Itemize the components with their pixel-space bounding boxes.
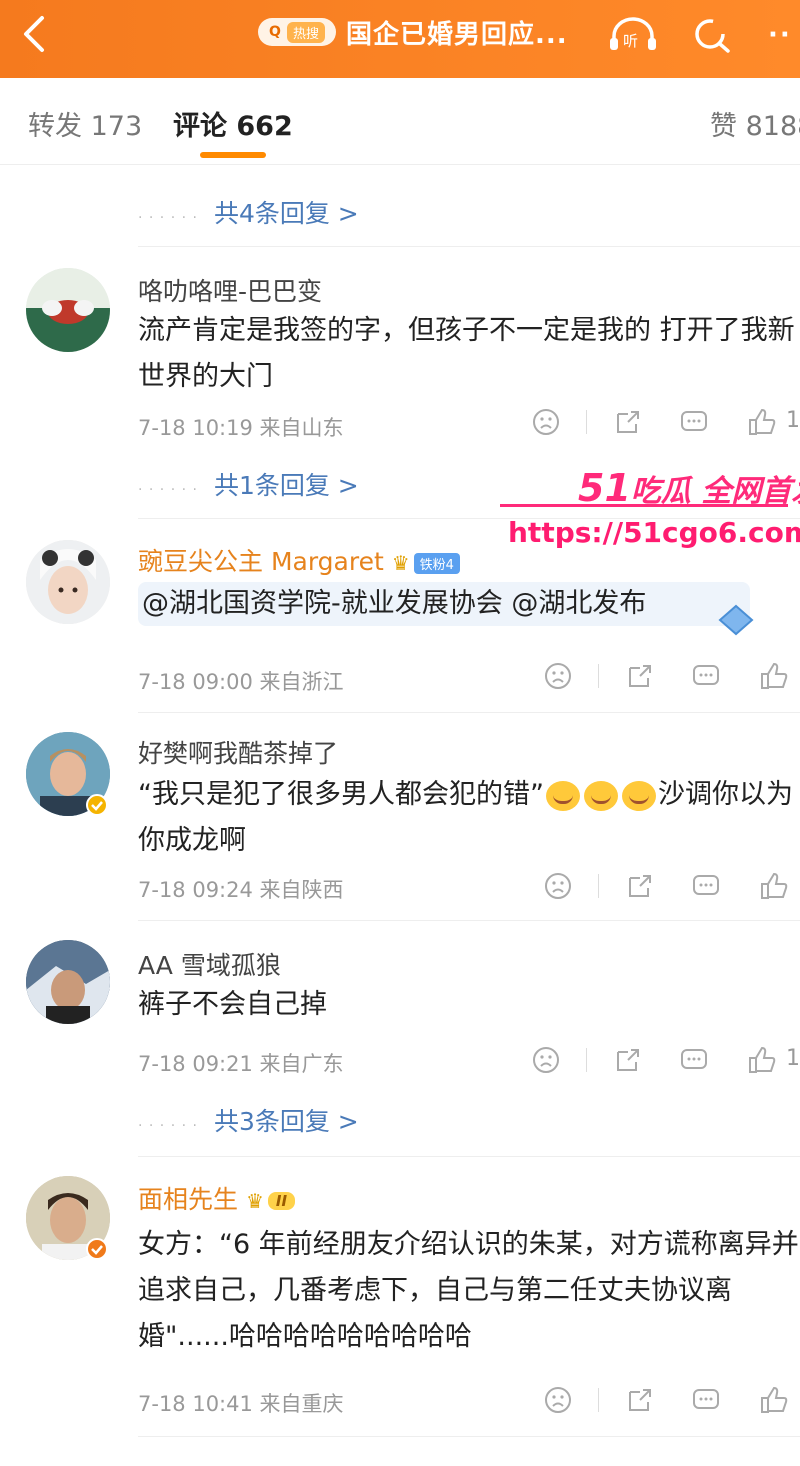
comment-meta: 7-18 09:21 来自广东	[138, 1052, 344, 1076]
active-tab-indicator	[200, 152, 266, 158]
separator	[598, 664, 599, 688]
separator	[586, 410, 587, 434]
share-icon[interactable]	[624, 660, 656, 692]
diamond-icon	[718, 604, 754, 636]
username-text: 豌豆尖公主 Margaret	[138, 547, 384, 576]
dislike-face-icon[interactable]	[542, 870, 574, 902]
comment-meta: 7-18 10:41 来自重庆	[138, 1392, 344, 1416]
level-badge: II	[267, 1192, 296, 1210]
refresh-search-button[interactable]	[690, 14, 734, 54]
share-icon[interactable]	[612, 1044, 644, 1076]
comment-meta: 7-18 09:00 来自浙江	[138, 670, 344, 694]
svg-text:听: 听	[623, 32, 638, 50]
listen-button[interactable]: 听	[606, 14, 660, 54]
like-count: 1	[786, 1046, 800, 1071]
comment-text: 女方：“6 年前经朋友介绍认识的朱某，对方谎称离异并追求自己，几番考虑下，自己与…	[138, 1229, 799, 1352]
tab-like[interactable]: 赞 8188	[710, 104, 800, 143]
share-icon[interactable]	[624, 870, 656, 902]
avatar[interactable]	[26, 940, 110, 1024]
like-icon[interactable]	[758, 870, 790, 902]
watermark-underline	[500, 504, 788, 507]
comment-text: 裤子不会自己掉	[138, 989, 327, 1020]
comment-meta: 7-18 10:19 来自山东	[138, 416, 344, 440]
divider	[138, 1156, 800, 1157]
separator	[598, 1388, 599, 1412]
dots-icon: · · · · · ·	[138, 1118, 198, 1134]
share-icon[interactable]	[612, 406, 644, 438]
comment-text: 流产肯定是我签的字，但孩子不一定是我的 打开了我新世界的大门	[138, 315, 795, 392]
search-icon: Q	[269, 24, 281, 40]
comment-actions: 1	[528, 1044, 800, 1080]
divider	[138, 246, 800, 247]
username[interactable]: 面相先生 ♛ II	[138, 1180, 296, 1216]
comment-actions	[540, 660, 800, 696]
like-icon[interactable]	[758, 1384, 790, 1416]
back-button[interactable]	[18, 12, 58, 56]
dislike-face-icon[interactable]	[530, 406, 562, 438]
comment-text: @湖北国资学院-就业发展协会 @湖北发布	[138, 582, 750, 626]
username[interactable]: AA 雪域孤狼	[138, 946, 281, 982]
dots-icon: · · · · · ·	[138, 210, 198, 226]
fan-badge: 铁粉4	[413, 552, 460, 574]
chevron-left-icon	[24, 16, 44, 52]
replies-label: 共3条回复 >	[213, 1107, 359, 1136]
verified-badge-icon	[86, 1238, 108, 1260]
top-bar: Q 热搜 国企已婚男回应... 听 ··	[0, 0, 800, 78]
view-replies-link[interactable]: · · · · · · 共3条回复 >	[138, 1102, 359, 1138]
comment-icon[interactable]	[690, 660, 722, 692]
refresh-search-icon	[695, 19, 730, 53]
like-icon[interactable]	[746, 406, 778, 438]
comment-icon[interactable]	[678, 1044, 710, 1076]
crown-icon: ♛	[245, 1189, 264, 1213]
tab-comment[interactable]: 评论 662	[173, 104, 293, 143]
page-title: 国企已婚男回应...	[346, 20, 568, 50]
comment-meta: 7-18 09:24 来自陕西	[138, 878, 344, 902]
avatar[interactable]	[26, 268, 110, 352]
avatar[interactable]	[26, 540, 110, 624]
divider	[138, 712, 800, 713]
comment-actions: 1	[528, 406, 800, 442]
watermark-url: https://51cgo6.com	[508, 516, 800, 549]
verified-badge-icon	[86, 794, 108, 816]
replies-label: 共4条回复 >	[213, 199, 359, 228]
share-icon[interactable]	[624, 1384, 656, 1416]
laughing-emoji-icon	[583, 780, 618, 811]
comment-text: “我只是犯了很多男人都会犯的错” 沙调你以为你成龙啊	[138, 772, 800, 864]
comment-icon[interactable]	[690, 870, 722, 902]
comment-icon[interactable]	[678, 406, 710, 438]
username[interactable]: 咯叻咯哩-巴巴变	[138, 272, 322, 308]
laughing-emoji-icon	[621, 780, 656, 811]
separator	[586, 1048, 587, 1072]
hot-search-badge[interactable]: Q 热搜	[258, 18, 336, 46]
comment-actions	[540, 1384, 800, 1420]
headphones-icon: 听	[610, 17, 656, 50]
dislike-face-icon[interactable]	[542, 1384, 574, 1416]
like-icon[interactable]	[746, 1044, 778, 1076]
comment-icon[interactable]	[690, 1384, 722, 1416]
username[interactable]: 豌豆尖公主 Margaret ♛ 铁粉4	[138, 542, 460, 578]
like-count: 1	[786, 408, 800, 433]
laughing-emoji-icon	[545, 780, 580, 811]
dislike-face-icon[interactable]	[530, 1044, 562, 1076]
tab-repost[interactable]: 转发 173	[28, 104, 142, 143]
dots-icon: · · · · · ·	[138, 482, 198, 498]
tab-bar: 转发 173 评论 662 赞 8188	[0, 78, 800, 165]
divider	[138, 1436, 800, 1437]
separator	[598, 874, 599, 898]
hot-search-label: 热搜	[286, 21, 325, 43]
divider	[138, 920, 800, 921]
username[interactable]: 好樊啊我酷茶掉了	[138, 734, 338, 770]
comment-actions	[540, 870, 800, 906]
username-text: 面相先生	[138, 1185, 239, 1214]
comment-text-part: “我只是犯了很多男人都会犯的错”	[138, 779, 544, 810]
more-icon[interactable]: ··	[768, 20, 792, 50]
like-icon[interactable]	[758, 660, 790, 692]
replies-label: 共1条回复 >	[213, 471, 359, 500]
view-replies-link[interactable]: · · · · · · 共1条回复 >	[138, 466, 359, 502]
view-replies-link[interactable]: · · · · · · 共4条回复 >	[138, 194, 359, 230]
dislike-face-icon[interactable]	[542, 660, 574, 692]
crown-icon: ♛	[391, 551, 410, 575]
